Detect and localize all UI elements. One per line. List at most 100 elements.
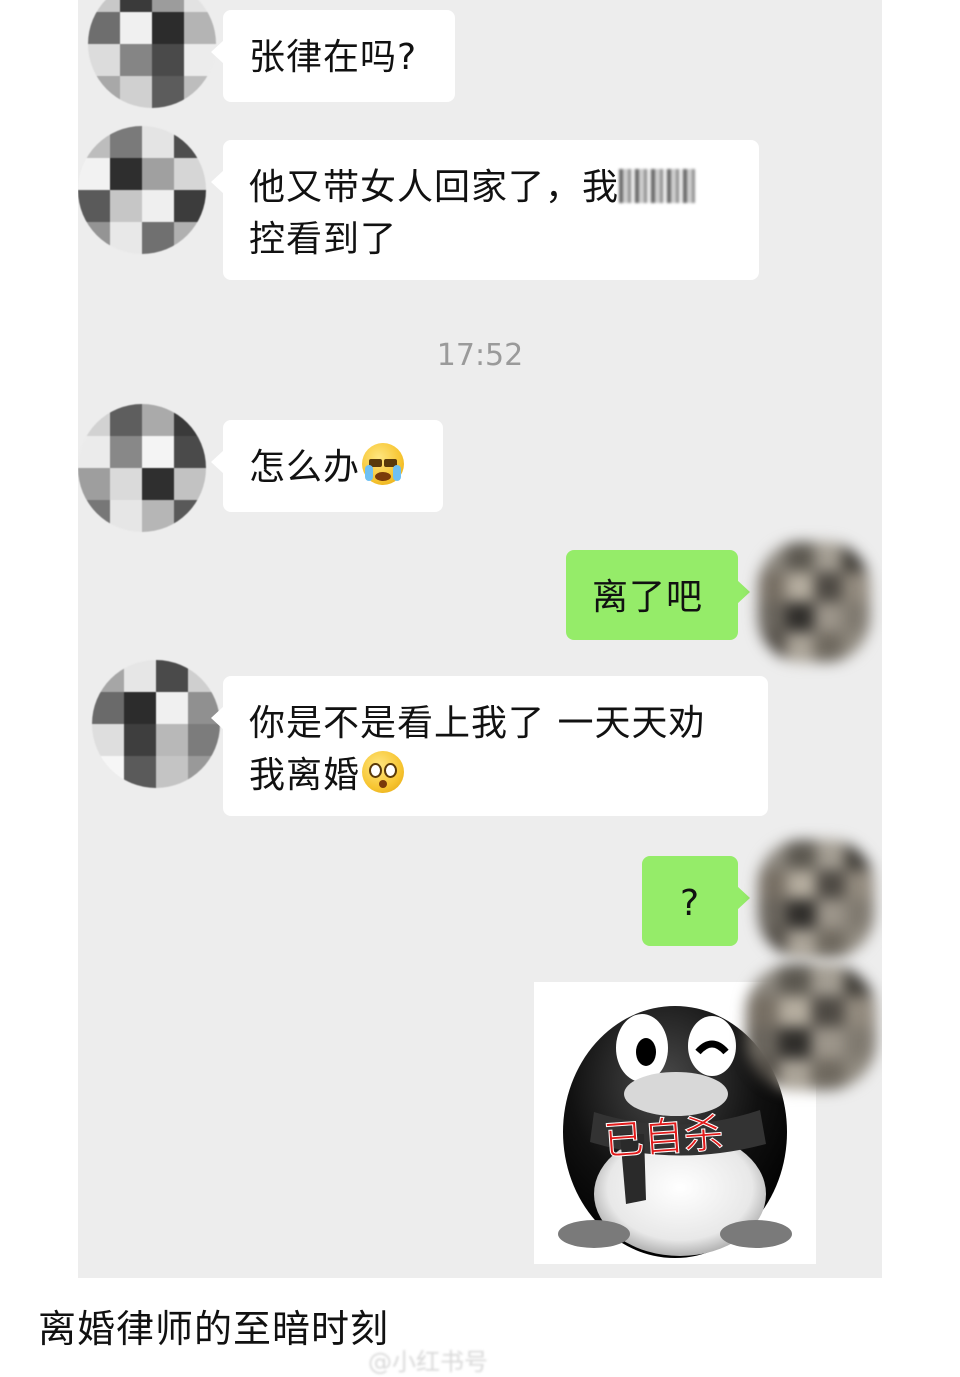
message-text: 张律在吗?	[249, 37, 418, 78]
avatar-pixel	[746, 964, 779, 996]
avatar-pixel	[78, 404, 110, 436]
avatar-pixel	[811, 1058, 844, 1090]
message-text: 他又带女人回家了，我	[249, 167, 620, 208]
avatar-pixel	[152, 76, 184, 108]
avatar-pixel	[787, 869, 816, 899]
avatar-pixel	[816, 840, 845, 870]
avatar-pixel	[758, 928, 787, 958]
message-text: 控看到了	[249, 219, 398, 260]
avatar-pixel	[843, 1027, 876, 1059]
avatar-pixel	[142, 468, 174, 500]
avatar-pixel	[843, 995, 876, 1027]
avatar-pixel	[110, 158, 142, 190]
avatar-pixel	[787, 928, 816, 958]
message-text: 离了吧	[592, 577, 704, 618]
avatar-pixel	[110, 500, 142, 532]
avatar-pixel	[811, 995, 844, 1027]
avatar-pixel	[124, 756, 156, 788]
avatar-pixel	[758, 632, 786, 662]
avatar-pixel	[816, 899, 845, 929]
avatar-pixel	[124, 692, 156, 724]
avatar-pixel	[124, 660, 156, 692]
avatar-pixel	[156, 660, 188, 692]
message-bubble[interactable]: 离了吧	[566, 550, 750, 640]
avatar-pixel	[120, 44, 152, 76]
avatar-pixel	[778, 995, 811, 1027]
avatar-pixel	[142, 190, 174, 222]
avatar-pixel	[142, 222, 174, 254]
avatar-pixel	[811, 1027, 844, 1059]
avatar-pixel	[845, 899, 874, 929]
avatar-pixel	[174, 468, 206, 500]
avatar-pixel	[120, 0, 152, 12]
avatar-pixel	[843, 964, 876, 996]
contact-avatar[interactable]	[92, 660, 220, 788]
message-bubble[interactable]: ?	[642, 856, 750, 946]
message-text: 怎么办	[249, 447, 361, 488]
my-avatar[interactable]	[746, 964, 876, 1090]
watermark: @小红书号	[368, 1348, 488, 1376]
avatar-pixel	[778, 1058, 811, 1090]
avatar-pixel	[842, 602, 870, 632]
avatar-pixel	[110, 468, 142, 500]
avatar-pixel	[778, 1027, 811, 1059]
avatar-pixel	[758, 572, 786, 602]
avatar-pixel	[845, 840, 874, 870]
avatar-pixel	[110, 404, 142, 436]
avatar-pixel	[92, 724, 124, 756]
avatar-pixel	[188, 660, 220, 692]
avatar-pixel	[174, 436, 206, 468]
avatar-pixel	[842, 572, 870, 602]
avatar-pixel	[142, 126, 174, 158]
post-caption: 离婚律师的至暗时刻	[38, 1307, 390, 1351]
avatar-pixel	[746, 995, 779, 1027]
avatar-pixel	[758, 542, 786, 572]
contact-avatar[interactable]	[78, 126, 206, 254]
avatar-pixel	[786, 632, 814, 662]
avatar-pixel	[152, 0, 184, 12]
avatar-pixel	[156, 692, 188, 724]
message-bubble[interactable]: 张律在吗?	[211, 10, 455, 102]
avatar-pixel	[758, 840, 787, 870]
avatar-pixel	[78, 500, 110, 532]
avatar-pixel	[188, 756, 220, 788]
avatar-pixel	[787, 899, 816, 929]
avatar-pixel	[92, 756, 124, 788]
avatar-pixel	[786, 542, 814, 572]
message-bubble[interactable]: 怎么办	[211, 420, 443, 512]
avatar-pixel	[152, 12, 184, 44]
message-bubble[interactable]: 他又带女人回家了，我 控看到了	[211, 140, 759, 280]
avatar-pixel	[814, 572, 842, 602]
avatar-pixel	[758, 899, 787, 929]
avatar-pixel	[78, 468, 110, 500]
message-text: 我离婚	[249, 755, 361, 796]
message-text: ?	[679, 883, 701, 924]
avatar-pixel	[88, 44, 120, 76]
message-bubble[interactable]: 你是不是看上我了 一天天劝 我离婚	[211, 676, 768, 816]
avatar-pixel	[814, 632, 842, 662]
avatar-pixel	[746, 1027, 779, 1059]
avatar-pixel	[78, 126, 110, 158]
contact-avatar[interactable]	[88, 0, 216, 108]
avatar-pixel	[845, 869, 874, 899]
my-avatar[interactable]	[758, 840, 874, 958]
avatar-pixel	[845, 928, 874, 958]
avatar-pixel	[816, 928, 845, 958]
my-avatar[interactable]	[758, 542, 870, 662]
avatar-pixel	[110, 436, 142, 468]
avatar-pixel	[110, 190, 142, 222]
avatar-pixel	[843, 1058, 876, 1090]
avatar-pixel	[92, 660, 124, 692]
contact-avatar[interactable]	[78, 404, 206, 532]
avatar-pixel	[758, 602, 786, 632]
avatar-pixel	[174, 190, 206, 222]
avatar-pixel	[786, 602, 814, 632]
avatar-pixel	[120, 76, 152, 108]
avatar-pixel	[124, 724, 156, 756]
message-timestamp: 17:52	[436, 338, 524, 373]
avatar-pixel	[142, 500, 174, 532]
avatar-pixel	[88, 0, 120, 12]
avatar-pixel	[78, 158, 110, 190]
avatar-pixel	[156, 756, 188, 788]
avatar-pixel	[110, 222, 142, 254]
